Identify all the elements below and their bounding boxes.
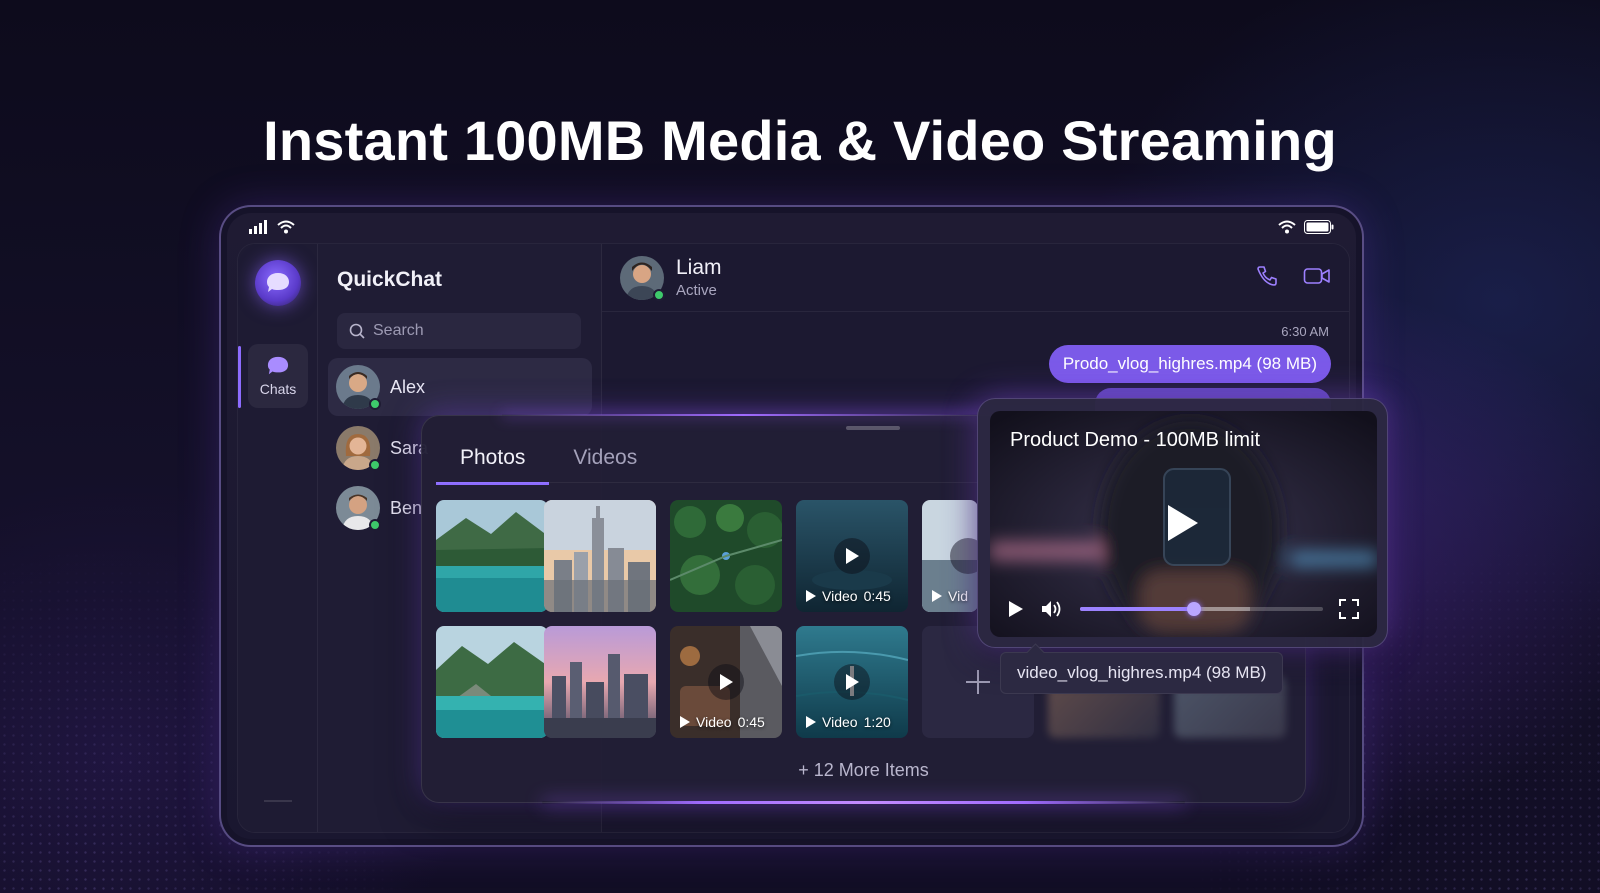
phone-icon[interactable] [1255,264,1279,288]
avatar [336,426,381,471]
avatar[interactable] [620,255,665,301]
avatar [336,486,381,531]
status-bar [249,217,1334,237]
wifi-icon [277,220,295,234]
rail-item-label: Chats [259,381,297,397]
contact-name: Alex [390,376,426,397]
fullscreen-icon[interactable] [1339,599,1359,619]
play-icon[interactable] [708,664,744,700]
plus-icon [966,670,990,694]
app-logo[interactable] [255,260,301,306]
photo-thumbnail-lake[interactable] [436,626,548,738]
rail-item-chats[interactable]: Chats [248,344,308,408]
wifi-icon [1278,220,1296,234]
search-box[interactable] [337,313,581,349]
play-icon[interactable] [834,664,870,700]
rail-active-indicator [238,346,241,408]
battery-icon [1304,220,1334,234]
photo-thumbnail-city[interactable] [544,500,656,612]
video-thumbnail[interactable]: Video 0:45 [796,500,908,612]
video-duration-label: Video 0:45 [806,588,891,604]
contact-item-alex[interactable]: Alex [328,358,592,416]
chat-bubble-icon [267,356,289,375]
app-title: QuickChat [337,268,443,291]
player-controls [1008,595,1359,623]
video-duration-label: Vid [932,588,968,604]
video-player-popup: Product Demo - 100MB limit [977,398,1388,648]
search-icon [349,323,365,339]
video-frame[interactable]: Product Demo - 100MB limit [990,411,1377,637]
contact-name: Ben [390,497,423,518]
chat-contact-name: Liam [676,256,722,279]
video-duration-label: Video 0:45 [680,714,765,730]
video-thumbnail[interactable]: Vid [922,500,978,612]
message-bubble[interactable]: Prodo_vlog_highres.mp4 (98 MB) [1048,345,1331,383]
play-icon[interactable] [1164,503,1200,548]
video-duration-label: Video 1:20 [806,714,891,730]
video-title: Product Demo - 100MB limit [1010,429,1261,451]
chat-header: Liam Active [602,244,1349,312]
tab-photos[interactable]: Photos [436,442,550,485]
play-icon[interactable] [1008,600,1024,618]
video-thumbnail[interactable]: Video 1:20 [796,626,908,738]
video-thumbnail[interactable]: Video 0:45 [670,626,782,738]
online-indicator [369,459,381,471]
search-input[interactable] [373,322,553,340]
chat-contact-status: Active [676,282,717,299]
photo-thumbnail-forest[interactable] [670,500,782,612]
headline: Instant 100MB Media & Video Streaming [263,109,1337,172]
tab-videos[interactable]: Videos [549,442,661,485]
nav-rail: Chats [238,244,318,832]
online-indicator [369,519,381,531]
photo-thumbnail-lake[interactable] [436,500,548,612]
video-file-caption: video_vlog_highres.mp4 (98 MB) [1000,652,1284,694]
online-indicator [369,398,381,410]
progress-slider[interactable] [1080,602,1323,616]
play-icon[interactable] [834,538,870,574]
drag-handle[interactable] [846,426,900,430]
media-tabs: Photos Videos [436,442,661,485]
signal-icon [249,220,267,234]
rail-divider [264,800,292,802]
avatar [336,365,381,410]
more-items-link[interactable]: + 12 More Items [422,760,1305,781]
photo-thumbnail-skyline[interactable] [544,626,656,738]
video-call-icon[interactable] [1303,264,1331,288]
progress-fill [1080,607,1195,611]
online-indicator [653,288,665,301]
volume-icon[interactable] [1040,599,1064,619]
progress-knob[interactable] [1187,602,1202,616]
chat-bubble-icon [267,273,289,292]
message-timestamp: 6:30 AM [1281,324,1329,339]
